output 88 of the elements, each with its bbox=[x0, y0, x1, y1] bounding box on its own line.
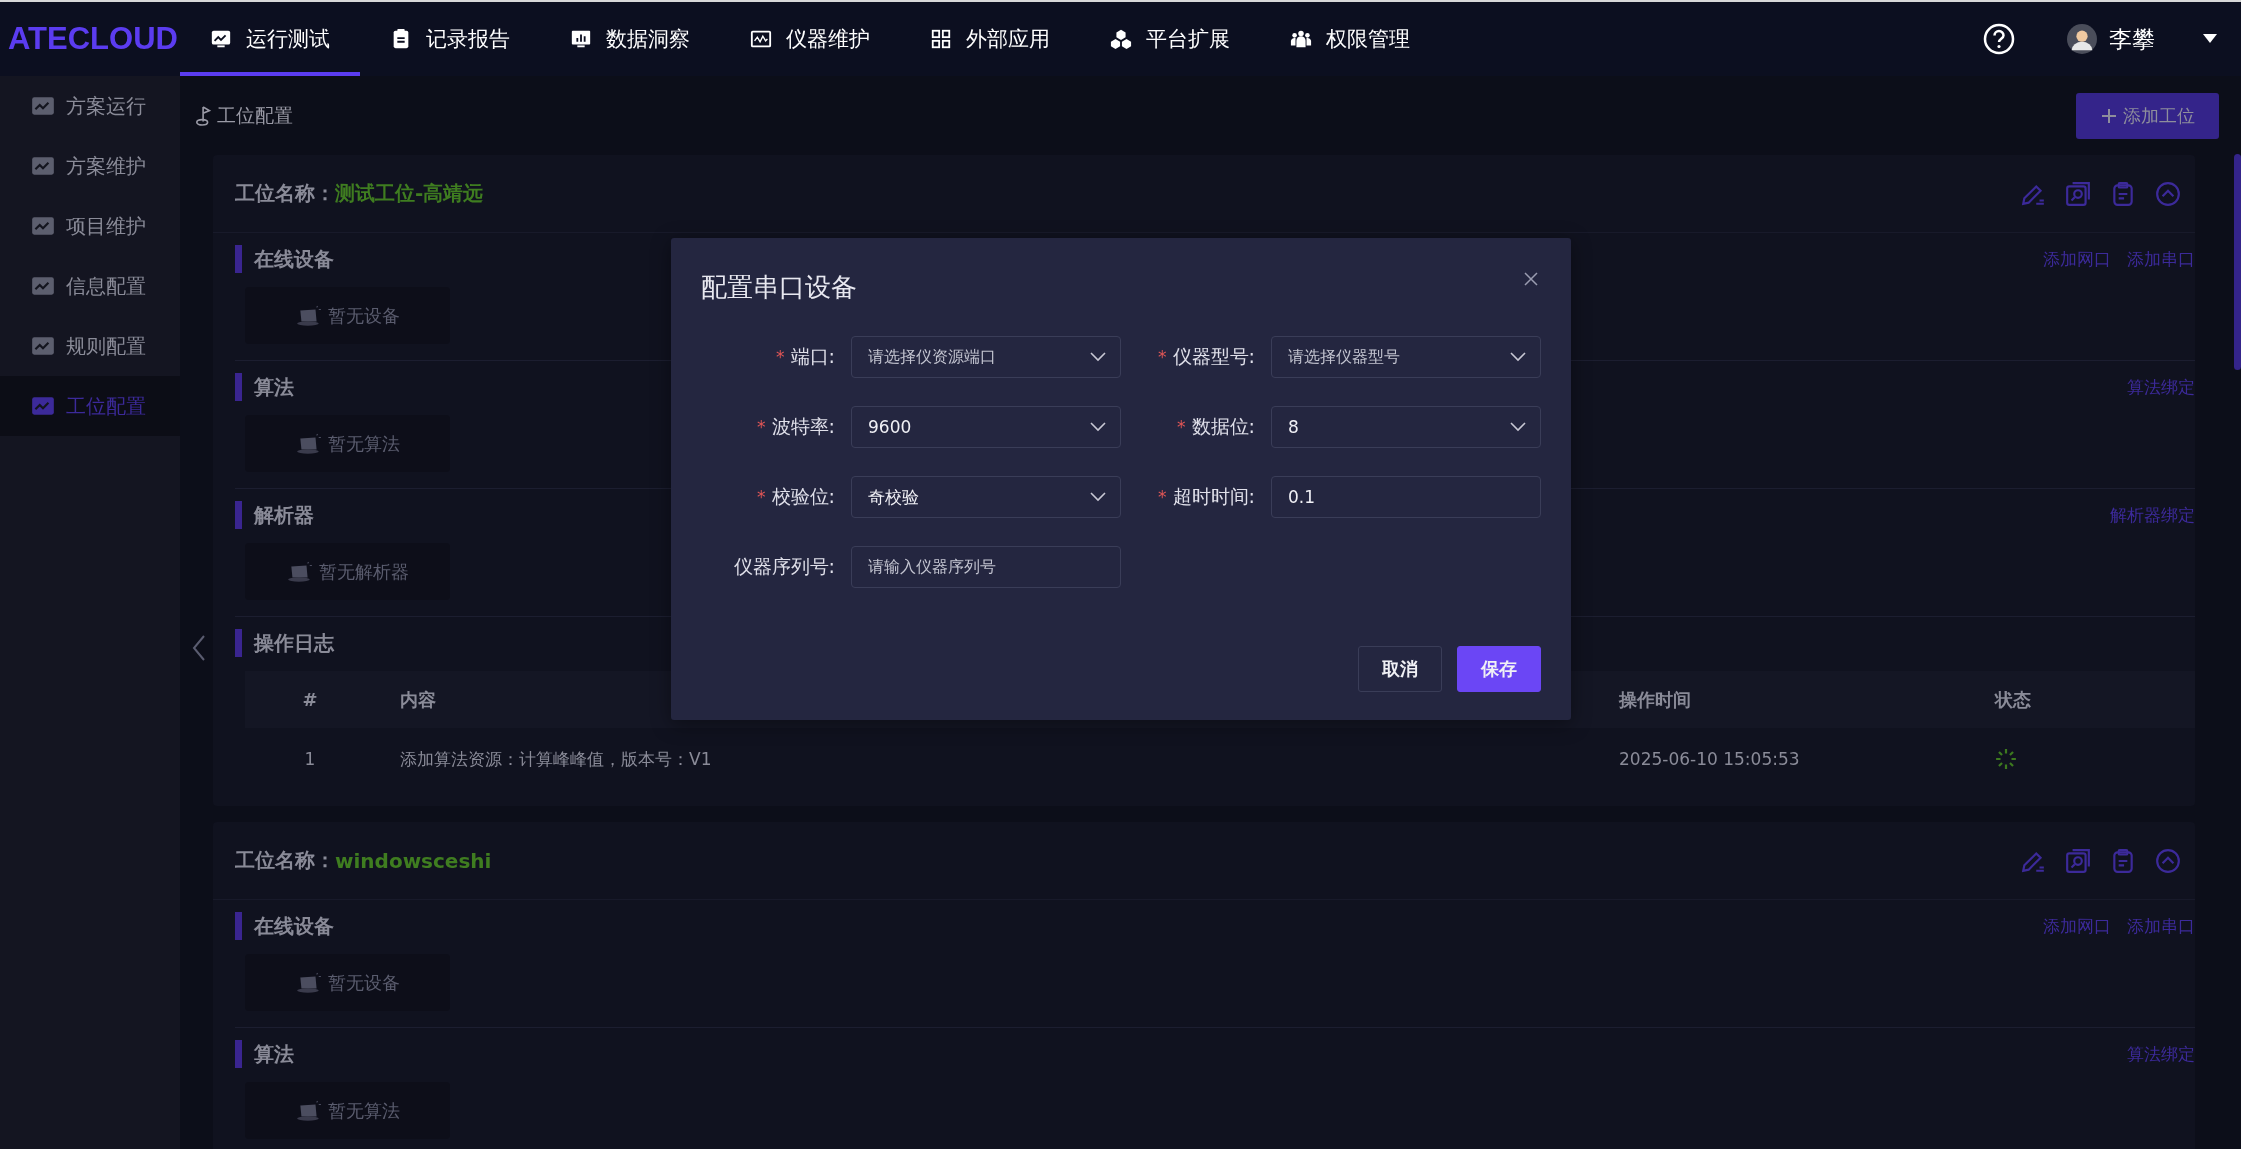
required-mark: * bbox=[776, 347, 785, 367]
select-field[interactable]: 请选择仪资源端口 bbox=[851, 336, 1121, 378]
table-cell-text: 1 bbox=[303, 749, 317, 769]
label-text: 数据位: bbox=[1191, 415, 1255, 437]
sidebar-item[interactable]: 项目维护 bbox=[0, 196, 180, 256]
breadcrumb[interactable]: 工位配置 bbox=[217, 102, 293, 129]
chevron-left-icon[interactable] bbox=[192, 634, 206, 662]
nav-tab[interactable]: 记录报告 bbox=[360, 2, 540, 76]
table-cell-text: 2025-06-10 15:05:53 bbox=[1618, 749, 1801, 769]
empty-message: 暂无算法 bbox=[327, 1098, 400, 1123]
station-name: 测试工位-高靖远 bbox=[335, 180, 484, 207]
chevron-down-icon[interactable] bbox=[1510, 422, 1526, 432]
nav-tab[interactable]: 仪器维护 bbox=[720, 2, 900, 76]
column-header: 状态 bbox=[1993, 687, 2032, 712]
sidebar-item[interactable]: 信息配置 bbox=[0, 256, 180, 316]
required-mark: * bbox=[757, 417, 766, 437]
empty-icon bbox=[286, 560, 313, 583]
avatar-icon[interactable] bbox=[2067, 24, 2097, 54]
clipboard-icon[interactable] bbox=[2110, 180, 2136, 207]
empty-message: 暂无算法 bbox=[327, 431, 400, 456]
section-title: 操作日志 bbox=[235, 629, 334, 657]
label-text: 端口: bbox=[790, 345, 835, 367]
nav-icon[interactable] bbox=[1290, 28, 1312, 50]
scrollbar[interactable] bbox=[2234, 154, 2241, 370]
column-header: 操作时间 bbox=[1618, 687, 1692, 712]
table-cell-text: 添加算法资源：计算峰峰值，版本号：V1 bbox=[399, 747, 713, 771]
station-label: 工位名称： bbox=[235, 847, 335, 874]
empty-message: 暂无设备 bbox=[327, 970, 400, 995]
nav-tab[interactable]: 平台扩展 bbox=[1080, 2, 1260, 76]
select-field[interactable]: 请选择仪器型号 bbox=[1271, 336, 1541, 378]
logo: ATECLOUD bbox=[7, 21, 179, 57]
nav-icon[interactable] bbox=[930, 28, 952, 50]
required-mark: * bbox=[1158, 347, 1167, 367]
select-field[interactable]: 奇校验 bbox=[851, 476, 1121, 518]
loading-icon bbox=[1995, 748, 2017, 770]
empty-icon bbox=[295, 971, 322, 994]
empty-message: 暂无设备 bbox=[327, 303, 400, 328]
help-icon[interactable] bbox=[1983, 23, 2015, 55]
chevron-down-icon[interactable] bbox=[1090, 352, 1106, 362]
column-header: 内容 bbox=[399, 687, 437, 712]
empty-icon bbox=[295, 304, 322, 327]
chevron-down-icon[interactable] bbox=[1510, 352, 1526, 362]
column-header: # bbox=[301, 689, 319, 710]
select-field[interactable]: 8 bbox=[1271, 406, 1541, 448]
dialog-title: 配置串口设备 bbox=[701, 270, 857, 304]
required-mark: * bbox=[1177, 417, 1186, 437]
required-mark: * bbox=[1158, 487, 1167, 507]
station-name: windowsceshi bbox=[335, 848, 492, 873]
nav-tab[interactable]: 权限管理 bbox=[1260, 2, 1440, 76]
caret-icon[interactable] bbox=[2203, 34, 2217, 44]
nav-icon[interactable] bbox=[1110, 28, 1132, 50]
label-text: 校验位: bbox=[771, 485, 835, 507]
add-station-button[interactable]: 添加工位 bbox=[2076, 92, 2219, 139]
chevron-down-icon[interactable] bbox=[1090, 492, 1106, 502]
plus-icon[interactable] bbox=[2100, 107, 2117, 124]
section-title: 在线设备 bbox=[235, 245, 334, 273]
input-field[interactable]: 0.1 bbox=[1271, 476, 1541, 518]
sidebar-item[interactable]: 规则配置 bbox=[0, 316, 180, 376]
nav-tab[interactable]: 运行测试 bbox=[180, 2, 360, 76]
save-button[interactable]: 保存 bbox=[1457, 646, 1541, 692]
section-title: 解析器 bbox=[235, 501, 314, 529]
cancel-button[interactable]: 取消 bbox=[1358, 646, 1442, 692]
user-name[interactable]: 李攀 bbox=[2109, 23, 2155, 55]
empty-icon bbox=[295, 1099, 322, 1122]
input-field[interactable]: 请输入仪器序列号 bbox=[851, 546, 1121, 588]
sidebar-item[interactable]: 方案维护 bbox=[0, 136, 180, 196]
label-text: 波特率: bbox=[771, 415, 835, 437]
label-text: 仪器型号: bbox=[1172, 345, 1255, 367]
flag-icon bbox=[195, 104, 213, 127]
required-mark: * bbox=[757, 487, 766, 507]
station-label: 工位名称： bbox=[235, 180, 335, 207]
chevron-down-icon[interactable] bbox=[1090, 422, 1106, 432]
nav-icon[interactable] bbox=[570, 28, 592, 50]
empty-icon bbox=[295, 432, 322, 455]
nav-icon[interactable] bbox=[210, 28, 232, 50]
nav-icon[interactable] bbox=[750, 28, 772, 50]
clipboard-icon[interactable] bbox=[2110, 847, 2136, 874]
select-field[interactable]: 9600 bbox=[851, 406, 1121, 448]
sidebar-item[interactable]: 方案运行 bbox=[0, 76, 180, 136]
empty-message: 暂无解析器 bbox=[318, 559, 409, 584]
section-title: 算法 bbox=[235, 1040, 294, 1068]
section-title: 在线设备 bbox=[235, 912, 334, 940]
section-title: 算法 bbox=[235, 373, 294, 401]
label-text: 仪器序列号: bbox=[733, 555, 835, 577]
nav-tab[interactable]: 数据洞察 bbox=[540, 2, 720, 76]
close-icon[interactable] bbox=[1523, 271, 1539, 287]
label-text: 超时时间: bbox=[1172, 485, 1255, 507]
nav-tab[interactable]: 外部应用 bbox=[900, 2, 1080, 76]
